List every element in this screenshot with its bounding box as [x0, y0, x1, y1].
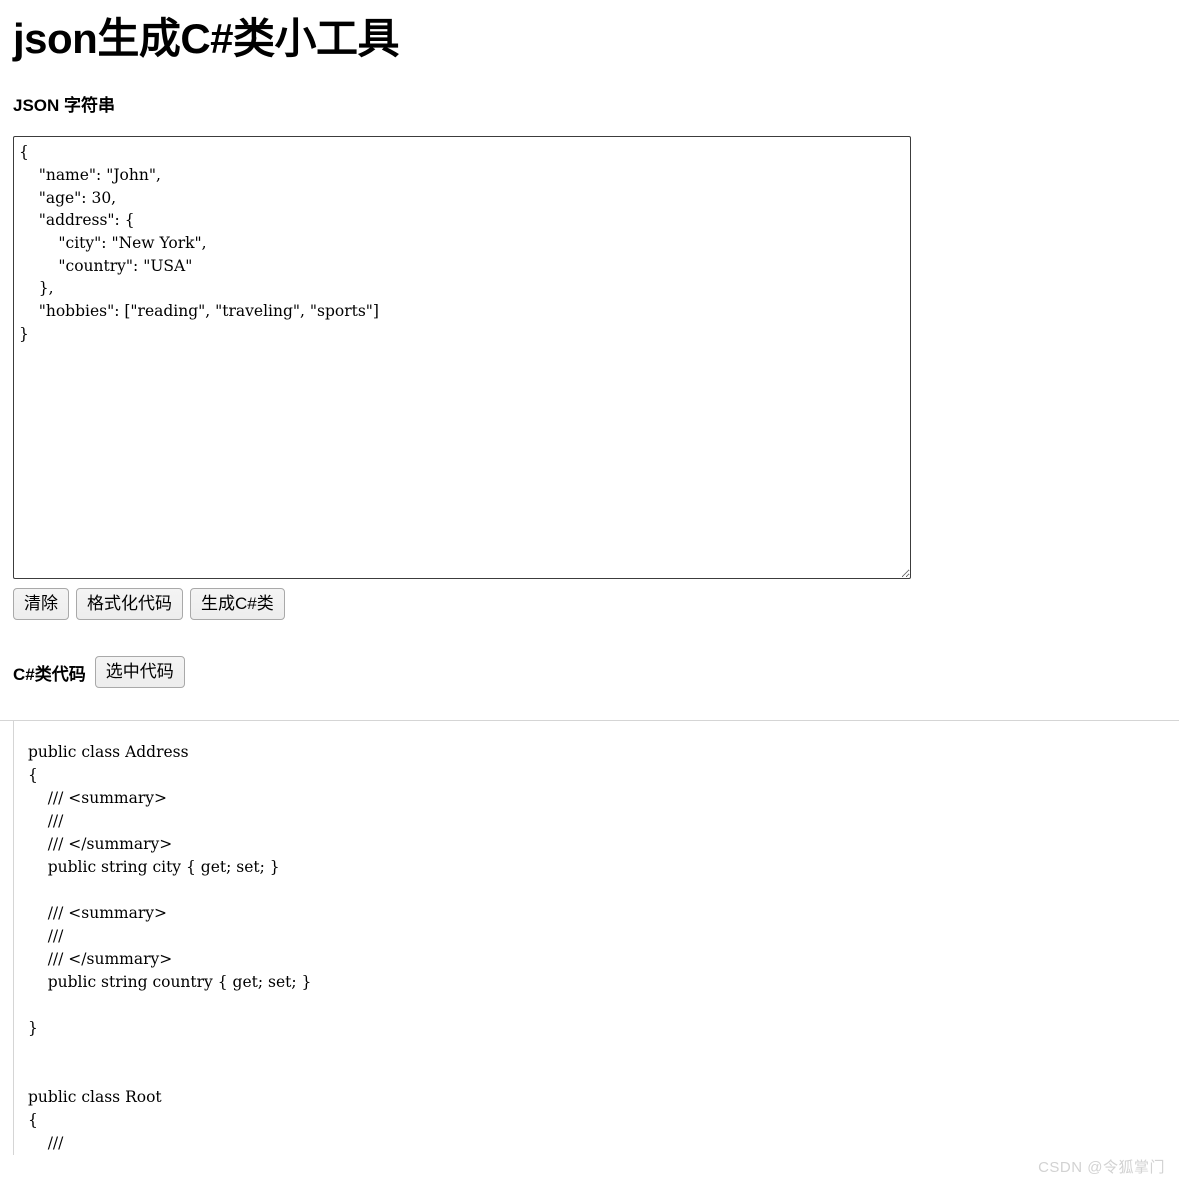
csharp-output-label: C#类代码	[13, 664, 86, 684]
csharp-header: C#类代码 选中代码	[13, 620, 1166, 689]
page-title: json生成C#类小工具	[13, 15, 400, 62]
csharp-output-code[interactable]: public class Address { /// <summary> ///…	[28, 741, 1179, 1155]
json-input-container	[13, 116, 1166, 580]
json-input-textarea[interactable]	[13, 136, 911, 580]
format-code-button[interactable]: 格式化代码	[76, 588, 183, 621]
generate-csharp-button[interactable]: 生成C#类	[190, 588, 285, 621]
select-code-button[interactable]: 选中代码	[94, 656, 185, 689]
csdn-watermark: CSDN @令狐掌门	[1038, 1159, 1165, 1176]
page-root: json生成C#类小工具 JSON 字符串 清除 格式化代码 生成C#类 C#类…	[0, 0, 1179, 1156]
json-toolbar: 清除 格式化代码 生成C#类	[13, 579, 1166, 621]
json-input-label: JSON 字符串	[13, 96, 116, 116]
clear-button[interactable]: 清除	[13, 588, 69, 621]
csharp-output-panel: public class Address { /// <summary> ///…	[0, 720, 1179, 1156]
csharp-output-inner: public class Address { /// <summary> ///…	[13, 721, 1179, 1156]
